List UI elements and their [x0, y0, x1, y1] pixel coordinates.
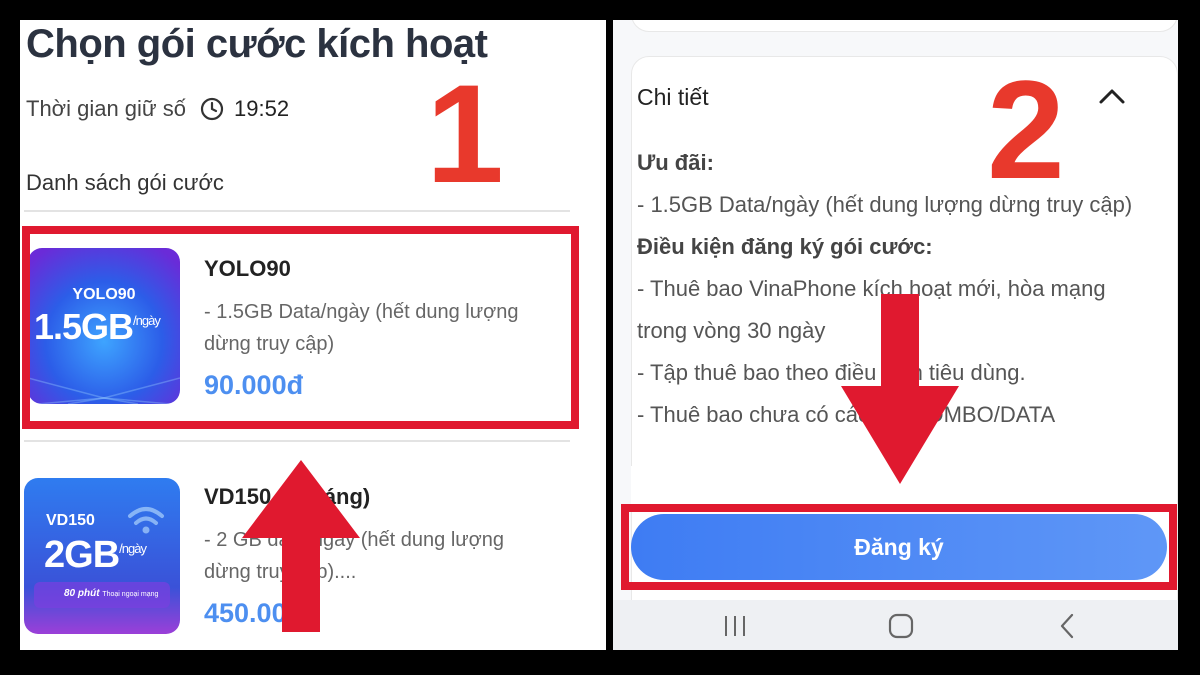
- divider: [24, 440, 570, 442]
- thumbnail-footer-small: Thoại ngoại mạng: [102, 591, 159, 598]
- home-icon[interactable]: [887, 612, 915, 640]
- thumbnail-title: VD150: [46, 512, 95, 529]
- step-number-1: 1: [426, 55, 504, 212]
- hold-time-label: Thời gian giữ số: [26, 96, 187, 121]
- previous-card: [631, 20, 1178, 32]
- clock-icon: [200, 97, 224, 121]
- arrow-down-annotation: [841, 294, 959, 484]
- conditions-label: Điều kiện đăng ký gói cước:: [637, 234, 933, 259]
- step-number-2: 2: [987, 51, 1065, 208]
- offer-label: Ưu đãi:: [637, 150, 714, 175]
- thumbnail-unit: /ngày: [119, 541, 147, 556]
- thumbnail-footer: 80 phút: [64, 588, 100, 599]
- chevron-up-icon[interactable]: [1097, 86, 1127, 106]
- page-title: Chọn gói cước kích hoạt: [26, 22, 488, 66]
- details-section-title: Chi tiết: [637, 84, 709, 110]
- hold-time-value: 19:52: [234, 96, 290, 121]
- thumbnail-amount: 2GB: [44, 534, 120, 576]
- recent-apps-icon[interactable]: [721, 614, 749, 638]
- right-phone-screen: Chi tiết Ưu đãi: - 1.5GB Data/ngày (hết …: [613, 20, 1178, 650]
- package-thumbnail: VD150 2GB/ngày 80 phút Thoại ngoại mạng: [24, 478, 180, 634]
- hold-time-row: Thời gian giữ số 19:52: [26, 96, 289, 122]
- package-list-label: Danh sách gói cước: [26, 170, 224, 195]
- arrow-up-annotation: [242, 460, 360, 632]
- back-icon[interactable]: [1057, 612, 1077, 640]
- offer-line: - 1.5GB Data/ngày (hết dung lượng dừng t…: [637, 192, 1133, 217]
- highlight-box-register: [621, 504, 1177, 590]
- android-navigation-bar: [613, 600, 1178, 650]
- left-phone-screen: Chọn gói cước kích hoạt Thời gian giữ số…: [20, 20, 606, 650]
- highlight-box-package: [22, 226, 579, 429]
